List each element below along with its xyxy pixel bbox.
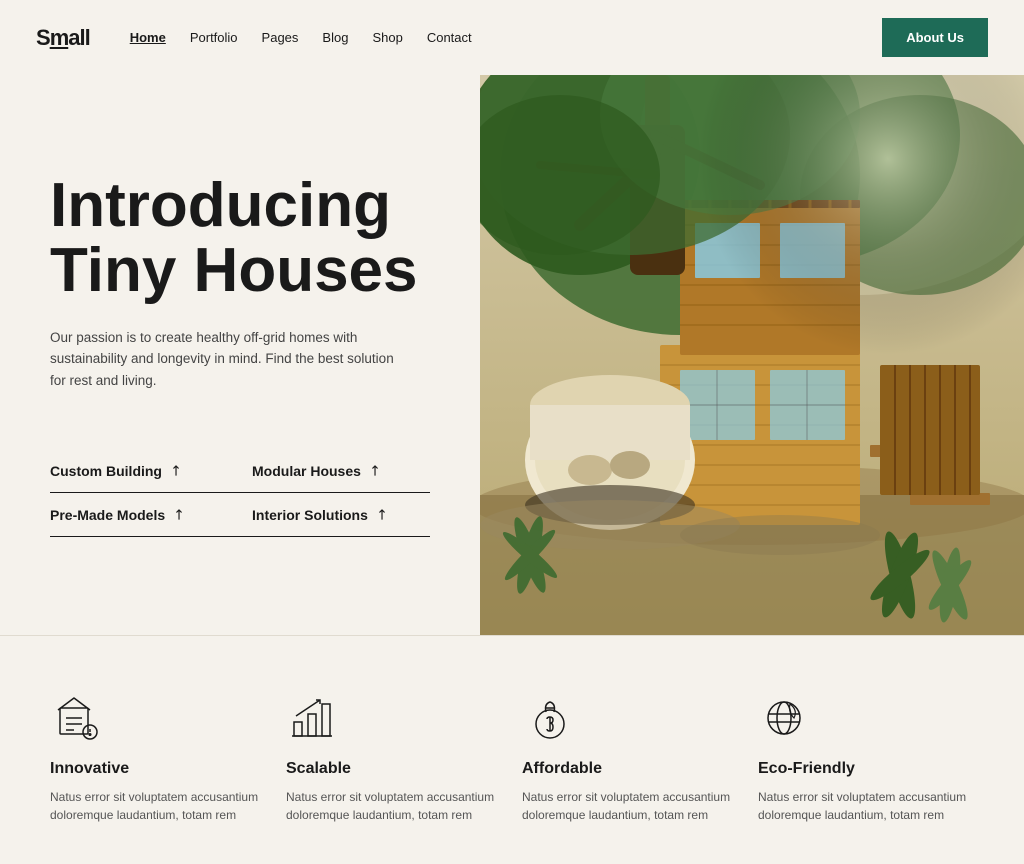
hero-title: Introducing Tiny Houses bbox=[50, 173, 430, 303]
features-section: Innovative Natus error sit voluptatem ac… bbox=[0, 635, 1024, 864]
nav-item-home[interactable]: Home bbox=[130, 30, 166, 45]
feature-card-scalable: Scalable Natus error sit voluptatem accu… bbox=[286, 692, 502, 824]
hero-subtitle: Our passion is to create healthy off-gri… bbox=[50, 327, 410, 392]
feature-link-custom-building[interactable]: Custom Building ↗ bbox=[50, 449, 240, 493]
arrow-icon: ↗ bbox=[169, 505, 189, 525]
feature-link-interior-solutions[interactable]: Interior Solutions ↗ bbox=[240, 493, 430, 537]
feature-scalable-desc: Natus error sit voluptatem accusantium d… bbox=[286, 788, 502, 824]
hero-section: Introducing Tiny Houses Our passion is t… bbox=[0, 75, 1024, 635]
feature-card-eco-friendly: Eco-Friendly Natus error sit voluptatem … bbox=[758, 692, 974, 824]
site-logo[interactable]: Small bbox=[36, 25, 90, 51]
innovative-icon bbox=[50, 692, 102, 744]
nav-item-pages[interactable]: Pages bbox=[262, 30, 299, 45]
nav-item-contact[interactable]: Contact bbox=[427, 30, 472, 45]
feature-card-affordable: Affordable Natus error sit voluptatem ac… bbox=[522, 692, 738, 824]
scalable-icon bbox=[286, 692, 338, 744]
arrow-icon: ↗ bbox=[166, 461, 186, 481]
arrow-icon: ↗ bbox=[372, 505, 392, 525]
feature-innovative-name: Innovative bbox=[50, 760, 129, 778]
feature-scalable-name: Scalable bbox=[286, 760, 351, 778]
nav-item-shop[interactable]: Shop bbox=[372, 30, 402, 45]
about-us-button[interactable]: About Us bbox=[882, 18, 988, 57]
feature-affordable-name: Affordable bbox=[522, 760, 602, 778]
feature-eco-desc: Natus error sit voluptatem accusantium d… bbox=[758, 788, 974, 824]
feature-eco-name: Eco-Friendly bbox=[758, 760, 855, 778]
arrow-icon: ↗ bbox=[365, 461, 385, 481]
affordable-icon bbox=[522, 692, 574, 744]
nav-item-blog[interactable]: Blog bbox=[322, 30, 348, 45]
feature-link-modular-houses[interactable]: Modular Houses ↗ bbox=[240, 449, 430, 493]
nav-links: Home Portfolio Pages Blog Shop Contact bbox=[130, 29, 883, 47]
hero-content: Introducing Tiny Houses Our passion is t… bbox=[0, 75, 480, 635]
feature-affordable-desc: Natus error sit voluptatem accusantium d… bbox=[522, 788, 738, 824]
feature-links-grid: Custom Building ↗ Modular Houses ↗ Pre-M… bbox=[50, 449, 430, 537]
feature-innovative-desc: Natus error sit voluptatem accusantium d… bbox=[50, 788, 266, 824]
hero-image bbox=[480, 75, 1024, 635]
feature-card-innovative: Innovative Natus error sit voluptatem ac… bbox=[50, 692, 266, 824]
nav-item-portfolio[interactable]: Portfolio bbox=[190, 30, 238, 45]
feature-link-pre-made-models[interactable]: Pre-Made Models ↗ bbox=[50, 493, 240, 537]
navigation: Small Home Portfolio Pages Blog Shop Con… bbox=[0, 0, 1024, 75]
eco-friendly-icon bbox=[758, 692, 810, 744]
